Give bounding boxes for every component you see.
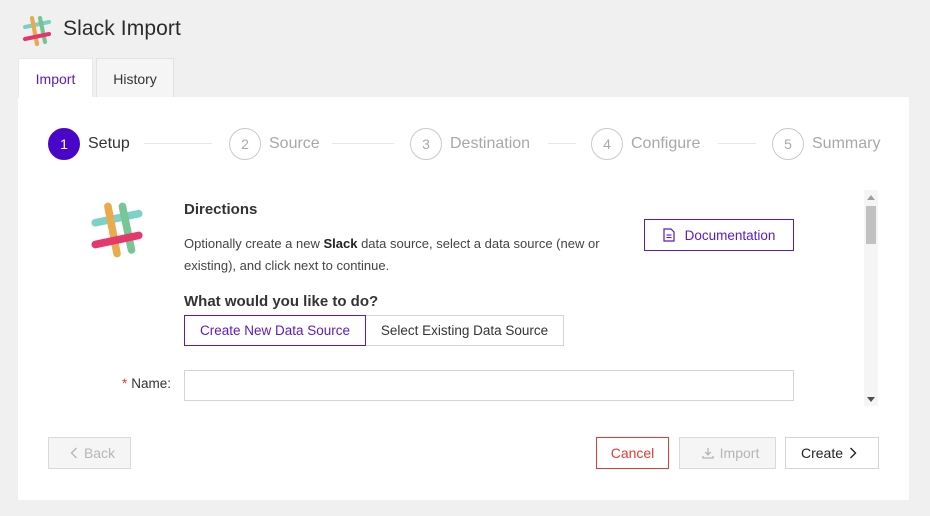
tab-import[interactable]: Import — [18, 58, 93, 98]
step-number: 5 — [772, 128, 804, 160]
documentation-button-label: Documentation — [684, 227, 776, 243]
create-button[interactable]: Create — [785, 437, 879, 469]
step-configure: 4 Configure — [591, 127, 700, 161]
back-button-label: Back — [83, 445, 116, 461]
step-summary: 5 Summary — [772, 127, 880, 161]
step-connector — [332, 143, 394, 144]
slack-logo-icon — [91, 202, 143, 258]
step-number: 2 — [229, 128, 261, 160]
name-label: * Name: — [122, 376, 172, 391]
scroll-down-arrow-icon[interactable] — [864, 392, 878, 406]
step-number: 1 — [48, 128, 80, 160]
download-icon — [702, 448, 714, 459]
back-button[interactable]: Back — [48, 437, 131, 469]
step-label: Destination — [450, 135, 531, 152]
setup-content: Directions Optionally create a new Slack… — [48, 189, 878, 407]
tab-history[interactable]: History — [96, 58, 174, 98]
step-number: 3 — [410, 128, 442, 160]
create-button-label: Create — [800, 445, 844, 461]
scroll-thumb[interactable] — [866, 206, 876, 244]
cancel-button[interactable]: Cancel — [596, 437, 669, 469]
import-button-label: Import — [719, 445, 760, 461]
step-label: Setup — [88, 135, 130, 152]
app-header: Slack Import — [0, 0, 930, 60]
step-connector — [548, 143, 576, 144]
import-button[interactable]: Import — [679, 437, 776, 469]
step-source: 2 Source — [229, 127, 320, 161]
chevron-left-icon — [70, 447, 77, 459]
question-heading: What would you like to do? — [184, 293, 379, 310]
step-number: 4 — [591, 128, 623, 160]
directions-text-bold: Slack — [323, 236, 358, 251]
scroll-up-arrow-icon[interactable] — [864, 190, 878, 204]
directions-title: Directions — [184, 201, 258, 218]
step-label: Summary — [812, 135, 881, 152]
directions-text-start: Optionally create a new — [184, 236, 324, 251]
step-label: Source — [269, 135, 320, 152]
select-existing-data-source-button[interactable]: Select Existing Data Source — [365, 315, 564, 346]
step-setup: 1 Setup — [48, 127, 130, 161]
name-input[interactable] — [184, 370, 794, 401]
document-icon — [662, 228, 675, 242]
content-scrollbar[interactable] — [864, 190, 878, 406]
step-label: Configure — [631, 135, 701, 152]
step-connector — [144, 143, 212, 144]
import-panel: 1 Setup 2 Source 3 Destination 4 Configu… — [18, 97, 909, 500]
name-label-text: Name — [131, 376, 168, 391]
app-title: Slack Import — [63, 17, 181, 40]
directions-text: Optionally create a new Slack data sourc… — [184, 233, 604, 277]
documentation-button[interactable]: Documentation — [644, 219, 794, 251]
create-new-data-source-button[interactable]: Create New Data Source — [184, 315, 366, 346]
chevron-right-icon — [850, 447, 857, 459]
step-destination: 3 Destination — [410, 127, 530, 161]
required-mark: * — [122, 376, 128, 391]
step-connector — [718, 143, 756, 144]
slack-logo-icon — [22, 15, 52, 47]
